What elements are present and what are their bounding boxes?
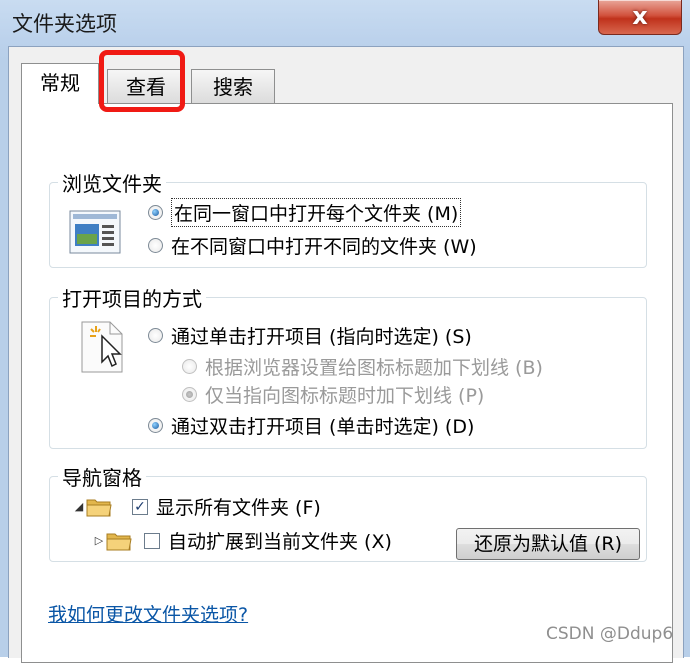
- auto-expand-label: 自动扩展到当前文件夹 (X): [168, 531, 392, 553]
- highlight-box: [99, 50, 185, 112]
- auto-expand-option[interactable]: ▷ 自动扩展到当前文件夹 (X): [92, 527, 392, 554]
- underline-browser-radio[interactable]: [182, 359, 197, 374]
- browse-same-window-radio[interactable]: [148, 205, 163, 220]
- help-link[interactable]: 我如何更改文件夹选项?: [48, 600, 248, 627]
- single-click-option[interactable]: 通过单击打开项目 (指向时选定) (S): [148, 322, 472, 349]
- double-click-label: 通过双击打开项目 (单击时选定) (D): [171, 416, 475, 438]
- window-title: 文件夹选项: [12, 12, 117, 36]
- browse-same-window-option[interactable]: 在同一窗口中打开每个文件夹 (M): [148, 198, 462, 227]
- auto-expand-checkbox[interactable]: [144, 532, 160, 549]
- dialog-window: 文件夹选项 x 常规 查看 搜索 浏览文件夹 在同一窗口中打开每个文件夹 (M)…: [0, 0, 690, 663]
- tab-search[interactable]: 搜索: [191, 69, 275, 103]
- navigation-pane-title: 导航窗格: [58, 462, 146, 491]
- general-tab-panel: 浏览文件夹 在同一窗口中打开每个文件夹 (M) 在不同窗口中打开不同的文件夹 (…: [21, 103, 673, 663]
- show-all-folders-option[interactable]: ◢ ✓ 显示所有文件夹 (F): [72, 493, 321, 520]
- show-all-folders-label: 显示所有文件夹 (F): [156, 497, 321, 519]
- folder-icon: [86, 499, 112, 516]
- window-preview-icon: [69, 210, 121, 254]
- browse-folders-title: 浏览文件夹: [58, 168, 166, 197]
- folder-icon: [106, 533, 132, 550]
- tree-collapsed-icon: ▷: [94, 534, 104, 547]
- click-cursor-icon: [81, 321, 123, 373]
- browse-same-window-label: 在同一窗口中打开每个文件夹 (M): [171, 198, 462, 227]
- underline-browser-option[interactable]: 根据浏览器设置给图标标题加下划线 (B): [182, 353, 543, 380]
- tab-general-label: 常规: [40, 71, 80, 95]
- close-icon: x: [632, 2, 648, 30]
- tab-search-label: 搜索: [213, 75, 253, 99]
- dialog-client: 常规 查看 搜索 浏览文件夹 在同一窗口中打开每个文件夹 (M) 在不同窗口中打…: [8, 46, 684, 663]
- double-click-option[interactable]: 通过双击打开项目 (单击时选定) (D): [148, 412, 474, 439]
- single-click-radio[interactable]: [148, 328, 163, 343]
- double-click-radio[interactable]: [148, 418, 163, 433]
- underline-browser-label: 根据浏览器设置给图标标题加下划线 (B): [205, 357, 543, 379]
- single-click-label: 通过单击打开项目 (指向时选定) (S): [171, 326, 472, 348]
- underline-point-option[interactable]: 仅当指向图标标题时加下划线 (P): [182, 381, 484, 408]
- restore-defaults-button[interactable]: 还原为默认值 (R): [456, 528, 640, 560]
- tab-general[interactable]: 常规: [21, 63, 99, 104]
- browse-different-window-radio[interactable]: [148, 238, 163, 253]
- browse-different-window-option[interactable]: 在不同窗口中打开不同的文件夹 (W): [148, 232, 477, 259]
- underline-point-radio[interactable]: [182, 387, 197, 402]
- underline-point-label: 仅当指向图标标题时加下划线 (P): [205, 385, 485, 407]
- open-items-title: 打开项目的方式: [58, 283, 206, 312]
- show-all-folders-checkbox[interactable]: ✓: [132, 498, 148, 515]
- tree-expanded-icon: ◢: [74, 500, 84, 513]
- close-button[interactable]: x: [598, 0, 682, 35]
- browse-different-window-label: 在不同窗口中打开不同的文件夹 (W): [171, 236, 477, 258]
- watermark: CSDN @Ddup6: [546, 624, 674, 644]
